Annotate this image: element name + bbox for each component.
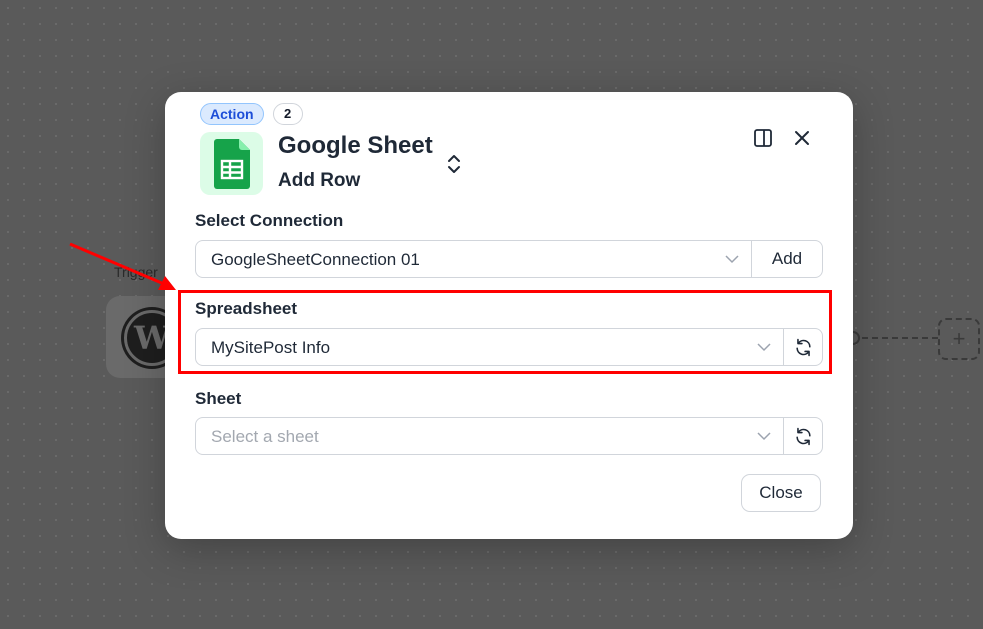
chevron-down-icon bbox=[757, 432, 771, 441]
connector-line bbox=[852, 337, 938, 339]
action-badge: Action bbox=[200, 103, 264, 125]
sheet-label: Sheet bbox=[195, 389, 242, 408]
step-number-badge: 2 bbox=[272, 103, 303, 125]
refresh-icon bbox=[796, 427, 811, 446]
refresh-sheet-button[interactable] bbox=[783, 417, 823, 455]
badge-row: Action 2 bbox=[200, 103, 303, 125]
close-button[interactable]: Close bbox=[741, 474, 821, 512]
google-sheets-icon bbox=[200, 132, 263, 195]
annotation-highlight-box bbox=[178, 290, 832, 374]
plus-icon: + bbox=[952, 326, 966, 351]
swap-icon[interactable] bbox=[446, 153, 462, 175]
app-title: Google Sheet bbox=[278, 132, 433, 159]
add-node-button[interactable]: + bbox=[938, 318, 980, 360]
chevron-down-icon bbox=[725, 255, 739, 264]
action-subtitle: Add Row bbox=[278, 170, 361, 191]
connection-select[interactable]: GoogleSheetConnection 01 bbox=[195, 240, 752, 278]
connection-value: GoogleSheetConnection 01 bbox=[211, 250, 420, 269]
connection-label: Select Connection bbox=[195, 211, 344, 230]
sheet-select[interactable]: Select a sheet bbox=[195, 417, 784, 455]
sheet-placeholder: Select a sheet bbox=[211, 427, 319, 446]
panel-icon[interactable] bbox=[753, 128, 773, 148]
add-connection-button[interactable]: Add bbox=[751, 240, 823, 278]
annotation-arrow bbox=[69, 242, 176, 290]
close-icon[interactable] bbox=[793, 129, 811, 147]
